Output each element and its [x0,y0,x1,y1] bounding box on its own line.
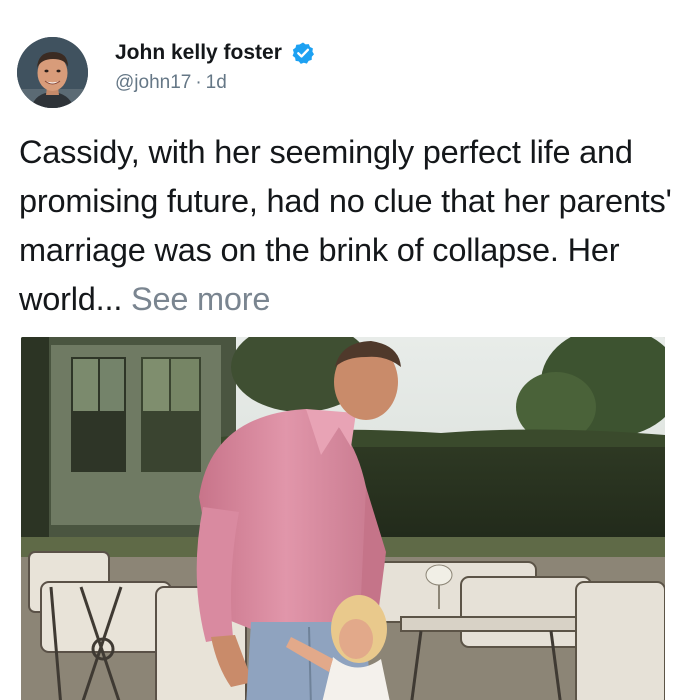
post-timestamp[interactable]: 1d [206,72,227,93]
tweet-text: Cassidy, with her seemingly perfect life… [19,134,672,317]
author-display-name[interactable]: John kelly foster [115,41,282,65]
see-more-link[interactable]: See more [131,281,271,317]
author-handle[interactable]: @john17 [115,72,191,93]
tweet-card: John kelly foster @john17 · 1d Cassidy, wi… [0,0,700,700]
author-avatar[interactable] [17,37,88,108]
avatar-portrait [17,37,88,108]
author-name-row: John kelly foster [115,38,315,68]
attached-photo[interactable] [21,337,665,700]
meta-separator: · [195,72,202,93]
tweet-body: Cassidy, with her seemingly perfect life… [19,128,691,324]
author-meta: @john17 · 1d [115,72,227,94]
verified-badge-icon [291,41,315,65]
photo-illustration [21,337,665,700]
